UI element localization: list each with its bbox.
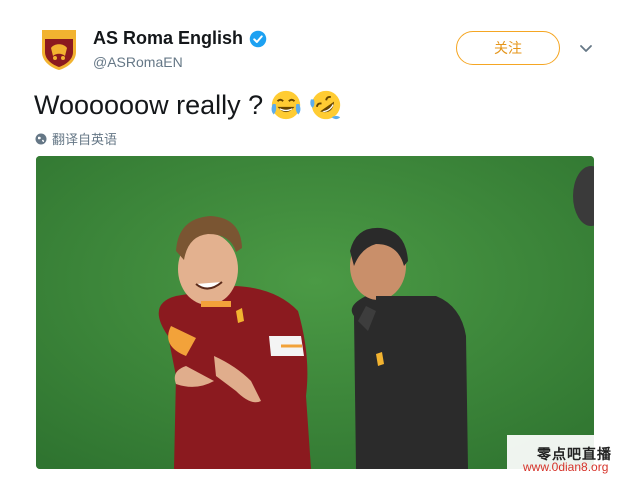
- as-roma-crest-icon[interactable]: [36, 26, 82, 72]
- translate-tweet-link[interactable]: 翻译自英语: [35, 129, 117, 148]
- tweet-text-row: Woooooow really ?: [34, 88, 343, 122]
- globe-icon: [35, 133, 47, 144]
- verified-badge-icon: [249, 30, 267, 47]
- tweet-text: Woooooow really ?: [34, 89, 264, 120]
- site-watermark: 零点吧直播 www.0dian8.org: [507, 435, 632, 478]
- account-display-name[interactable]: AS Roma English: [93, 28, 243, 49]
- account-name-row: AS Roma English: [93, 28, 267, 49]
- rolling-on-the-floor-laughing-icon: [310, 90, 341, 120]
- account-handle[interactable]: @ASRomaEN: [93, 54, 183, 70]
- watermark-url: www.0dian8.org: [523, 460, 609, 474]
- tweet-media-photo[interactable]: [36, 156, 594, 469]
- translate-label: 翻译自英语: [52, 132, 118, 147]
- chevron-down-icon[interactable]: [578, 40, 594, 56]
- follow-button[interactable]: 关注: [456, 31, 560, 65]
- face-with-tears-of-joy-icon: [271, 90, 301, 120]
